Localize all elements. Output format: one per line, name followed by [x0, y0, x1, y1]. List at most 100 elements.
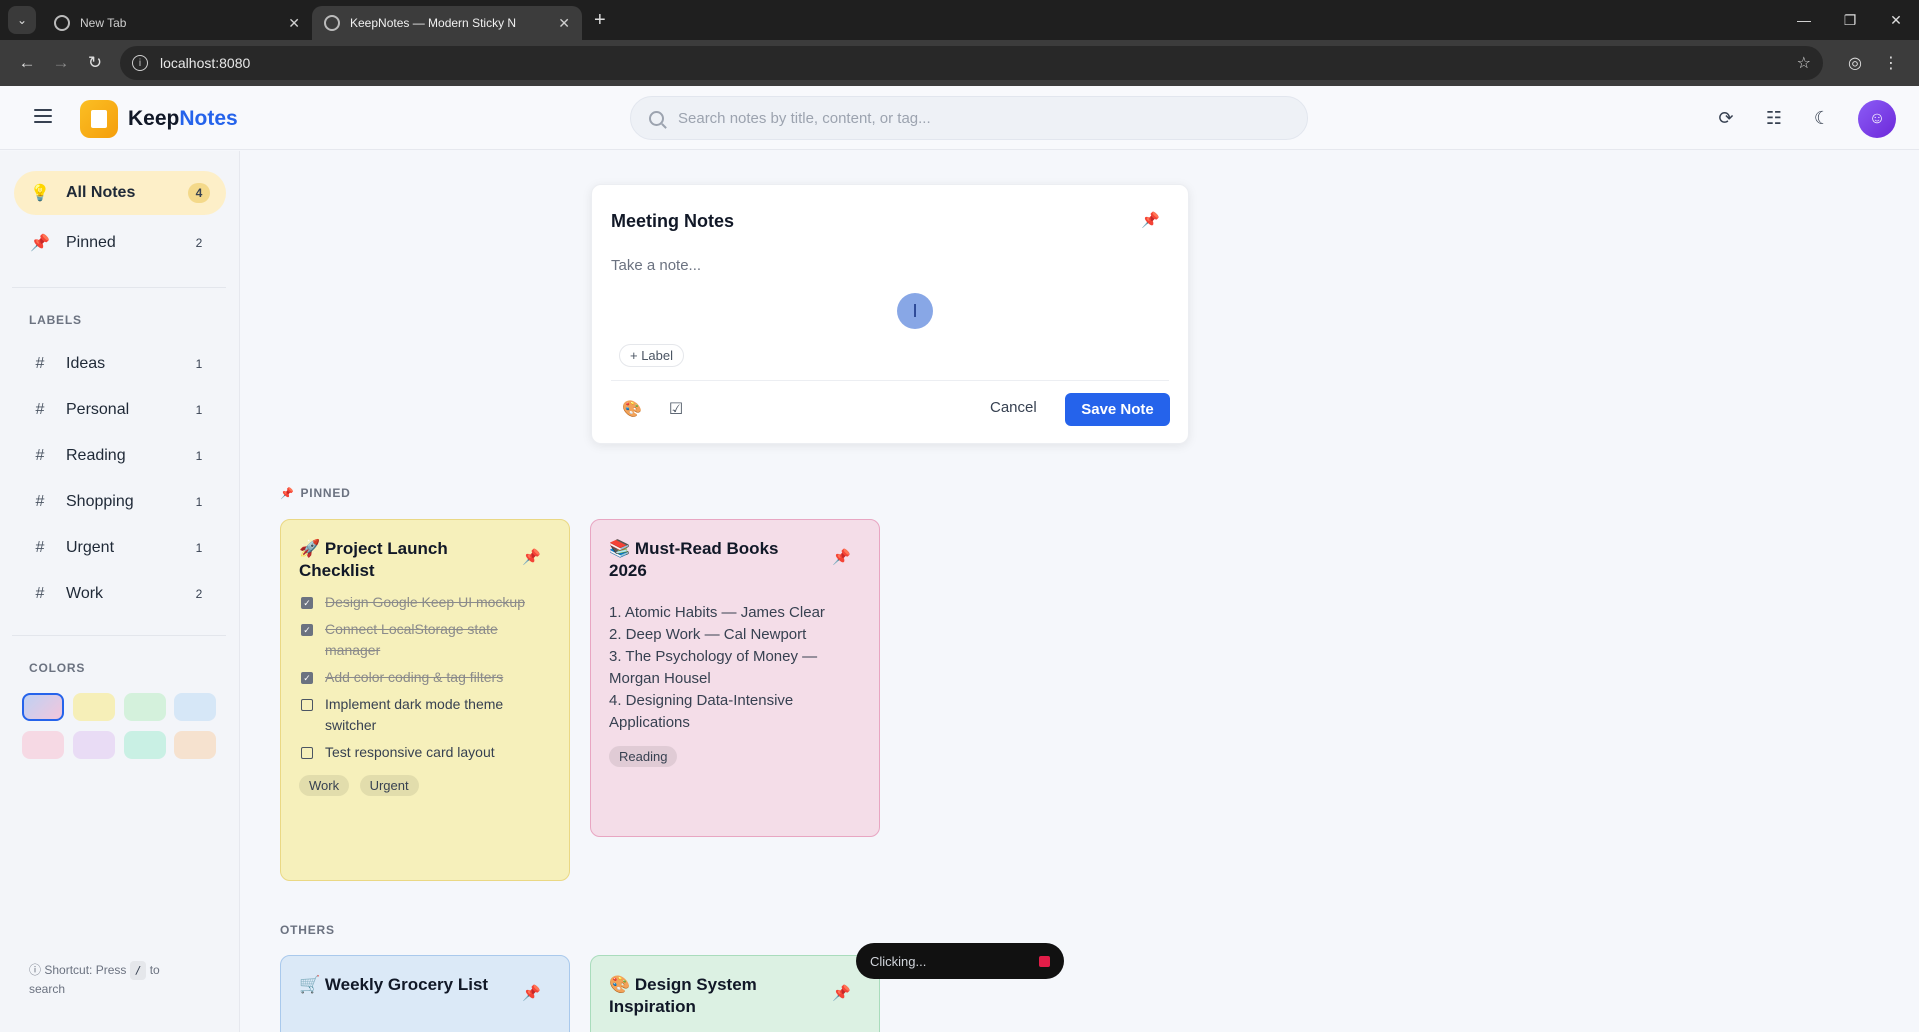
sidebar-item-personal[interactable]: # Personal 1 [14, 388, 226, 432]
color-swatch-all[interactable] [22, 693, 64, 721]
tag-chip[interactable]: Urgent [359, 775, 419, 796]
minimize-icon[interactable]: — [1781, 0, 1827, 40]
pin-icon: 📌 [30, 235, 50, 252]
hash-icon: # [35, 585, 45, 602]
toast-text: Clicking... [870, 953, 927, 969]
palette-icon[interactable]: 🎨 [622, 399, 642, 419]
checklist-item[interactable]: ✓ Design Google Keep UI mockup [299, 592, 551, 613]
note-line: 3. The Psychology of Money — Morgan Hous… [609, 648, 818, 687]
text-cursor-icon: I [897, 293, 933, 329]
sidebar-item-all-notes[interactable]: 💡 All Notes 4 [14, 171, 226, 215]
books-emoji-icon: 📚 [609, 539, 631, 558]
refresh-icon[interactable]: ⟳ [1716, 108, 1736, 128]
search-placeholder: Search notes by title, content, or tag..… [678, 109, 931, 127]
hash-icon: # [35, 493, 45, 510]
tag-chip[interactable]: Reading [609, 746, 678, 767]
sidebar-item-shopping[interactable]: # Shopping 1 [14, 480, 226, 524]
cart-emoji-icon: 🛒 [299, 975, 321, 994]
add-label-button[interactable]: + Label [619, 344, 685, 367]
restore-icon[interactable]: ❐ [1827, 0, 1873, 40]
new-tab-plus-icon[interactable]: + [594, 9, 606, 32]
sidebar-item-ideas[interactable]: # Ideas 1 [14, 342, 226, 386]
color-swatch-orange[interactable] [174, 731, 216, 759]
checkbox[interactable]: ✓ [301, 597, 313, 609]
color-swatch-pink[interactable] [22, 731, 64, 759]
dark-mode-moon-icon[interactable]: ☾ [1812, 108, 1832, 128]
checklist-item-text: Test responsive card layout [325, 744, 495, 760]
tab-new-tab[interactable]: New Tab ✕ [42, 6, 312, 40]
site-info-icon[interactable]: i [132, 55, 148, 71]
sidebar: 💡 All Notes 4 📌 Pinned 2 LABELS # Ideas … [0, 151, 240, 1032]
sidebar-item-urgent[interactable]: # Urgent 1 [14, 526, 226, 570]
color-swatch-blue[interactable] [174, 693, 216, 721]
note-title-text: Project Launch Checklist [299, 539, 448, 580]
checklist-item[interactable]: ✓ Add color coding & tag filters [299, 667, 551, 688]
checklist-item[interactable]: ✓ Connect LocalStorage state manager [299, 619, 551, 661]
browser-tab-bar: ⌄ New Tab ✕ KeepNotes — Modern Sticky N … [0, 0, 1919, 40]
brand-accent: Notes [179, 107, 238, 130]
stop-recording-icon[interactable] [1039, 955, 1050, 967]
close-icon[interactable]: ✕ [558, 15, 570, 32]
color-swatch-teal[interactable] [124, 731, 166, 759]
tab-keepnotes[interactable]: KeepNotes — Modern Sticky N ✕ [312, 6, 582, 40]
shortcut-prefix: Shortcut: Press [44, 963, 127, 977]
sidebar-item-reading[interactable]: # Reading 1 [14, 434, 226, 478]
cancel-button[interactable]: Cancel [990, 399, 1037, 416]
colors-heading: COLORS [29, 661, 86, 675]
color-swatch-yellow[interactable] [73, 693, 115, 721]
pin-icon[interactable]: 📌 [832, 548, 851, 566]
pin-icon[interactable]: 📌 [522, 548, 541, 566]
note-title: 🚀 Project Launch Checklist [299, 538, 509, 582]
more-menu-icon[interactable]: ⋮ [1873, 53, 1909, 73]
bookmark-star-icon[interactable]: ☆ [1797, 53, 1811, 73]
forward-arrow-icon[interactable]: → [44, 46, 78, 80]
composer-title-input[interactable]: Meeting Notes [611, 211, 734, 232]
sidebar-item-work[interactable]: # Work 2 [14, 572, 226, 616]
hamburger-menu-icon[interactable] [34, 109, 52, 123]
note-composer: Meeting Notes 📌 Take a note... + Label 🎨… [591, 184, 1189, 444]
search-input[interactable]: Search notes by title, content, or tag..… [630, 96, 1308, 140]
checkbox[interactable] [301, 747, 313, 759]
color-swatch-purple[interactable] [73, 731, 115, 759]
url-field[interactable]: i localhost:8080 ☆ [120, 46, 1823, 80]
tag-chip[interactable]: Work [299, 775, 350, 796]
checklist-item-text: Design Google Keep UI mockup [325, 594, 525, 610]
sidebar-divider [12, 287, 226, 288]
note-card-grocery[interactable]: 🛒 Weekly Grocery List 📌 [280, 955, 570, 1032]
checkbox[interactable]: ✓ [301, 624, 313, 636]
hash-icon: # [35, 447, 45, 464]
recording-toast: Clicking... [856, 943, 1064, 979]
color-swatch-green[interactable] [124, 693, 166, 721]
pin-icon[interactable]: 📌 [832, 984, 851, 1002]
note-card-books[interactable]: 📚 Must-Read Books 2026 📌 1. Atomic Habit… [590, 519, 880, 837]
pin-icon[interactable]: 📌 [1141, 211, 1160, 229]
checkbox[interactable]: ✓ [301, 672, 313, 684]
checkbox[interactable] [301, 699, 313, 711]
lightbulb-icon: 💡 [30, 185, 50, 202]
close-window-icon[interactable]: ✕ [1873, 0, 1919, 40]
brand-primary: Keep [128, 107, 180, 130]
checklist-item-text: Implement dark mode theme switcher [325, 696, 504, 733]
checklist-icon[interactable]: ☑ [666, 399, 686, 419]
note-card-project-launch[interactable]: 🚀 Project Launch Checklist 📌 ✓ Design Goo… [280, 519, 570, 881]
sidebar-item-count: 1 [195, 449, 203, 463]
tab-search-menu-icon[interactable]: ⌄ [8, 6, 36, 34]
shortcut-hint: ⓘ Shortcut: Press / to search [29, 961, 189, 999]
close-icon[interactable]: ✕ [288, 15, 300, 32]
note-card-design-system[interactable]: 🎨 Design System Inspiration 📌 [590, 955, 880, 1032]
layout-toggle-icon[interactable]: ☷ [1764, 108, 1784, 128]
tab-title: KeepNotes — Modern Sticky N [350, 16, 517, 30]
avatar[interactable]: ☺ [1858, 100, 1896, 138]
reload-icon[interactable]: ↻ [78, 46, 112, 80]
composer-body-input[interactable]: Take a note... [611, 257, 701, 274]
checklist-item[interactable]: Implement dark mode theme switcher [299, 694, 551, 736]
save-note-button[interactable]: Save Note [1065, 393, 1170, 426]
sidebar-item-count: 1 [195, 495, 203, 509]
back-arrow-icon[interactable]: ← [10, 46, 44, 80]
sidebar-item-pinned[interactable]: 📌 Pinned 2 [14, 221, 226, 265]
pin-icon[interactable]: 📌 [522, 984, 541, 1002]
palette-emoji-icon: 🎨 [609, 975, 631, 994]
checklist-item[interactable]: Test responsive card layout [299, 742, 551, 763]
note-title-text: Design System Inspiration [609, 975, 757, 1016]
profile-icon[interactable]: ◎ [1837, 53, 1873, 73]
